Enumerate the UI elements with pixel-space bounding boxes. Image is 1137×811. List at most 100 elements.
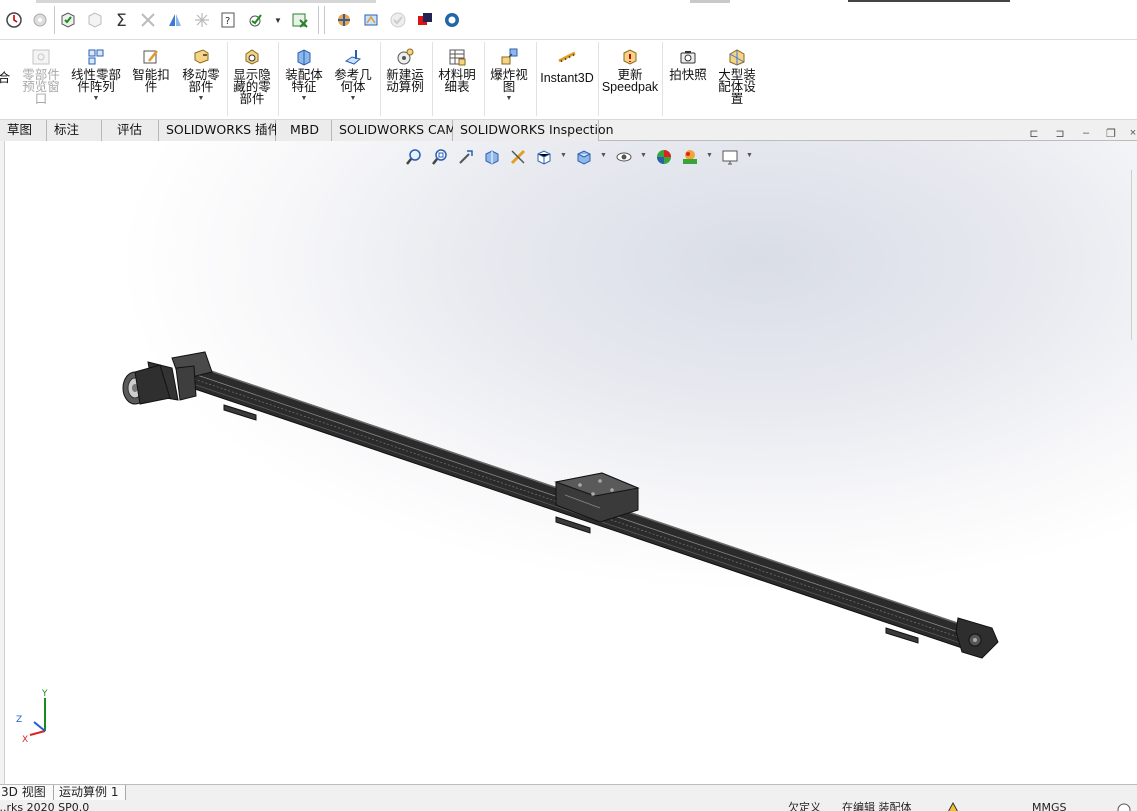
- status-version: ...rks 2020 SP0.0: [0, 801, 90, 811]
- large-assembly-icon: [726, 46, 748, 68]
- ribbon-label: 线性零部 件阵列: [70, 67, 121, 94]
- dynamic-annotation-icon[interactable]: [508, 146, 528, 168]
- ribbon-button-exploded-view[interactable]: 爆炸视 图 ▼: [486, 44, 532, 118]
- tab-solidworks-inspection[interactable]: SOLIDWORKS Inspection: [453, 120, 614, 141]
- chevron-down-icon[interactable]: ▼: [706, 152, 713, 159]
- chevron-down-icon[interactable]: ▼: [272, 10, 284, 30]
- chevron-down-icon[interactable]: ▼: [506, 95, 513, 102]
- chevron-down-icon[interactable]: ▼: [640, 152, 647, 159]
- tab-markup[interactable]: 标注: [47, 120, 102, 141]
- chevron-down-icon[interactable]: ▼: [560, 152, 567, 159]
- bill-of-materials-icon: [446, 46, 468, 68]
- graphics-area[interactable]: Y Z X: [0, 141, 1137, 784]
- edit-appearance-icon[interactable]: [654, 146, 674, 168]
- options-icon[interactable]: [30, 10, 50, 30]
- ribbon-separator: [662, 42, 663, 116]
- close-document-icon[interactable]: [290, 10, 310, 30]
- view-settings-icon[interactable]: [720, 146, 740, 168]
- svg-text:?: ?: [225, 16, 230, 27]
- ribbon-button-bill-of-materials[interactable]: 材料明 细表: [434, 44, 480, 118]
- tab-motion-study-1[interactable]: 运动算例 1: [54, 785, 126, 801]
- ribbon-button-preview-window[interactable]: 零部件 预览窗 口: [18, 44, 64, 118]
- instant3d-icon: [556, 46, 578, 68]
- close-icon[interactable]: ×: [1126, 126, 1137, 140]
- chevron-down-icon[interactable]: ▼: [600, 152, 607, 159]
- next-window-icon[interactable]: ⊐: [1053, 126, 1067, 140]
- interference-icon[interactable]: [138, 10, 158, 30]
- toolbar-separator: [54, 6, 55, 34]
- zoom-to-fit-icon[interactable]: [404, 146, 424, 168]
- ribbon-button-assembly-feature[interactable]: 装配体 特征 ▼: [281, 44, 327, 118]
- task-pane-edge[interactable]: [1131, 170, 1137, 340]
- hide-show-items-icon[interactable]: [614, 146, 634, 168]
- motion-study-icon: [394, 46, 416, 68]
- evaluate-icon[interactable]: [246, 10, 266, 30]
- chevron-down-icon[interactable]: ▼: [93, 95, 100, 102]
- ribbon-label: 新建运 动算例: [386, 67, 424, 94]
- ribbon-label: 零部件 预览窗 口: [22, 67, 60, 106]
- zoom-to-area-icon[interactable]: [430, 146, 450, 168]
- status-units[interactable]: MMGS: [1032, 802, 1067, 811]
- display-style-icon[interactable]: [574, 146, 594, 168]
- section-view-icon[interactable]: [482, 146, 502, 168]
- ribbon-button-large-assembly[interactable]: 大型装 配体设 置: [714, 44, 760, 118]
- clearance-icon[interactable]: [192, 10, 212, 30]
- chevron-down-icon[interactable]: ▼: [746, 152, 753, 159]
- ribbon-label: Instant3D: [540, 71, 594, 85]
- rebuild-warning-icon[interactable]: [945, 801, 961, 811]
- ribbon-label: 参考几 何体: [334, 67, 372, 94]
- tab-solidworks-addins[interactable]: SOLIDWORKS 插件: [159, 120, 280, 141]
- apply-scene-icon[interactable]: [680, 146, 700, 168]
- preview-window-icon: [30, 46, 52, 68]
- ribbon-button-move-component[interactable]: 移动零 部件 ▼: [177, 44, 225, 118]
- assembly-model[interactable]: [0, 141, 1137, 784]
- previous-window-icon[interactable]: ⊏: [1027, 126, 1041, 140]
- restore-icon[interactable]: ❐: [1104, 126, 1118, 140]
- costing-icon[interactable]: [361, 10, 381, 30]
- ribbon-separator: [484, 42, 485, 116]
- reference-geometry-icon: [342, 46, 364, 68]
- coordinate-triad: Y Z X: [16, 689, 48, 745]
- ribbon-label: 合: [0, 70, 11, 85]
- minimize-icon[interactable]: –: [1079, 126, 1093, 140]
- ribbon-button-show-hidden[interactable]: 显示隐 藏的零 部件: [229, 44, 275, 118]
- check-part-icon[interactable]: [58, 10, 78, 30]
- tab-solidworks-cam[interactable]: SOLIDWORKS CAM: [332, 120, 456, 141]
- help-query-icon[interactable]: ?: [219, 10, 239, 30]
- chevron-down-icon[interactable]: ▼: [301, 95, 308, 102]
- ribbon-button-instant3d[interactable]: Instant3D: [538, 44, 596, 118]
- tab-3d-views[interactable]: 3D 视图: [0, 785, 54, 801]
- chevron-down-icon[interactable]: ▼: [198, 95, 205, 102]
- ribbon-button-smart-fastener[interactable]: 智能扣 件: [128, 44, 174, 118]
- chevron-down-icon[interactable]: ▼: [350, 95, 357, 102]
- tab-mbd[interactable]: MBD: [276, 120, 332, 141]
- move-component-icon: [190, 46, 212, 68]
- tab-evaluate[interactable]: 评估: [102, 120, 159, 141]
- previous-view-icon[interactable]: [456, 146, 476, 168]
- feature-manager-edge[interactable]: [0, 141, 5, 784]
- ribbon-label: 更新 Speedpak: [601, 68, 659, 94]
- tab-sketch[interactable]: 草图: [0, 120, 47, 141]
- ribbon-button-assembly[interactable]: 合: [0, 44, 14, 118]
- toolbar-separator: [318, 6, 319, 34]
- ribbon-button-motion-study[interactable]: 新建运 动算例: [382, 44, 428, 118]
- geometry-check-icon[interactable]: [85, 10, 105, 30]
- help-icon[interactable]: [1116, 802, 1132, 811]
- ribbon-button-linear-pattern[interactable]: 线性零部 件阵列 ▼: [66, 44, 126, 118]
- section-view-icon[interactable]: [165, 10, 185, 30]
- design-checker-icon[interactable]: [388, 10, 408, 30]
- exploded-view-icon: [498, 46, 520, 68]
- ribbon-separator: [432, 42, 433, 116]
- svg-text:Σ: Σ: [116, 11, 127, 29]
- analysis-icon[interactable]: [334, 10, 354, 30]
- appearance-icon[interactable]: [415, 10, 435, 30]
- ribbon-button-reference-geometry[interactable]: 参考几 何体 ▼: [330, 44, 376, 118]
- show-hidden-icon: [241, 46, 263, 68]
- toolbox-icon[interactable]: [442, 10, 462, 30]
- ribbon-button-snapshot[interactable]: 拍快照: [664, 44, 712, 118]
- view-orientation-icon[interactable]: [534, 146, 554, 168]
- mass-properties-icon[interactable]: Σ: [112, 10, 132, 30]
- ribbon-separator: [278, 42, 279, 116]
- ribbon-button-speedpak[interactable]: 更新 Speedpak: [601, 44, 659, 118]
- rebuild-icon[interactable]: [4, 10, 24, 30]
